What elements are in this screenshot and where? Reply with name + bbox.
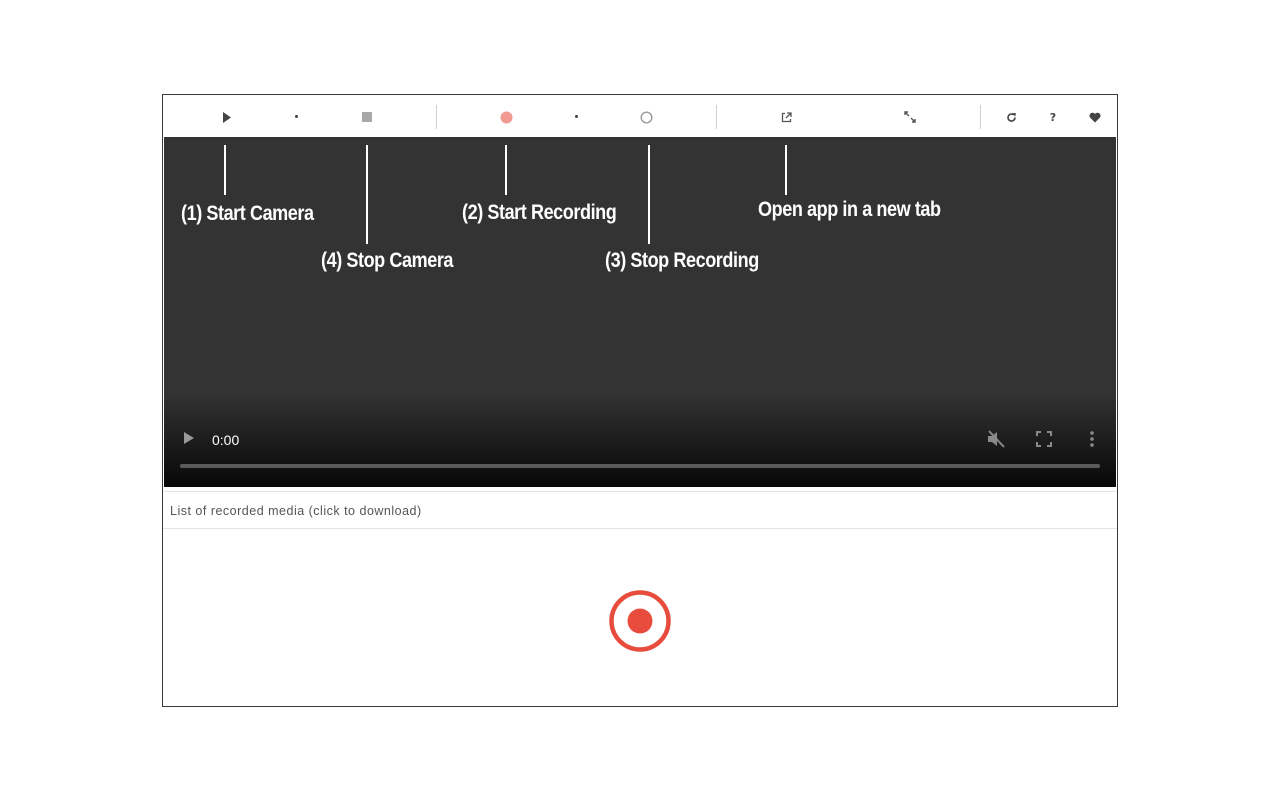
annotation-open-new-tab: Open app in a new tab (758, 198, 941, 221)
muted-speaker-icon[interactable] (986, 430, 1006, 448)
stop-square-icon (362, 112, 372, 122)
start-camera-button[interactable] (216, 106, 238, 128)
ring-icon (639, 110, 653, 124)
open-new-tab-button[interactable] (775, 106, 797, 128)
reload-icon (1006, 112, 1016, 122)
annotation-stop-recording: (3) Stop Recording (605, 249, 759, 272)
record-button-icon[interactable] (608, 589, 672, 653)
play-icon (223, 111, 231, 123)
annotation-line (648, 145, 650, 244)
stop-recording-button[interactable] (635, 106, 657, 128)
toolbar-divider (716, 105, 717, 129)
help-button[interactable]: ? (1042, 106, 1064, 128)
annotation-start-camera: (1) Start Camera (181, 202, 314, 225)
annotation-line (224, 145, 226, 195)
reload-button[interactable] (1000, 106, 1022, 128)
toolbar: ? (163, 95, 1117, 137)
fullscreen-icon[interactable] (1036, 431, 1052, 447)
separator-dot (295, 115, 298, 118)
media-list-label: List of recorded media (click to downloa… (170, 504, 422, 518)
question-icon: ? (1049, 110, 1057, 124)
heart-icon (1089, 112, 1101, 122)
expand-arrows-icon (904, 111, 916, 123)
stop-camera-button[interactable] (356, 106, 378, 128)
divider (163, 491, 1117, 492)
toolbar-divider (980, 105, 981, 129)
video-progress-track[interactable] (180, 464, 1100, 468)
more-options-icon[interactable] (1088, 430, 1096, 448)
start-recording-button[interactable] (495, 106, 517, 128)
record-dot-icon (500, 111, 512, 123)
separator-dot (575, 115, 578, 118)
toolbar-divider (436, 105, 437, 129)
app-window: ? (1) Start Camera (4) Stop Camera (2) S… (162, 94, 1118, 707)
video-time: 0:00 (212, 432, 240, 448)
annotation-stop-camera: (4) Stop Camera (321, 249, 454, 272)
expand-button[interactable] (899, 106, 921, 128)
annotation-line (505, 145, 507, 195)
divider (163, 528, 1117, 529)
annotation-line (366, 145, 368, 244)
controls-gradient (164, 392, 1116, 487)
external-link-icon (781, 111, 792, 122)
annotation-start-recording: (2) Start Recording (462, 201, 617, 224)
video-player[interactable]: (1) Start Camera (4) Stop Camera (2) Sta… (164, 137, 1116, 487)
favorite-button[interactable] (1084, 106, 1106, 128)
video-play-icon[interactable] (182, 430, 196, 446)
annotation-line (785, 145, 787, 195)
